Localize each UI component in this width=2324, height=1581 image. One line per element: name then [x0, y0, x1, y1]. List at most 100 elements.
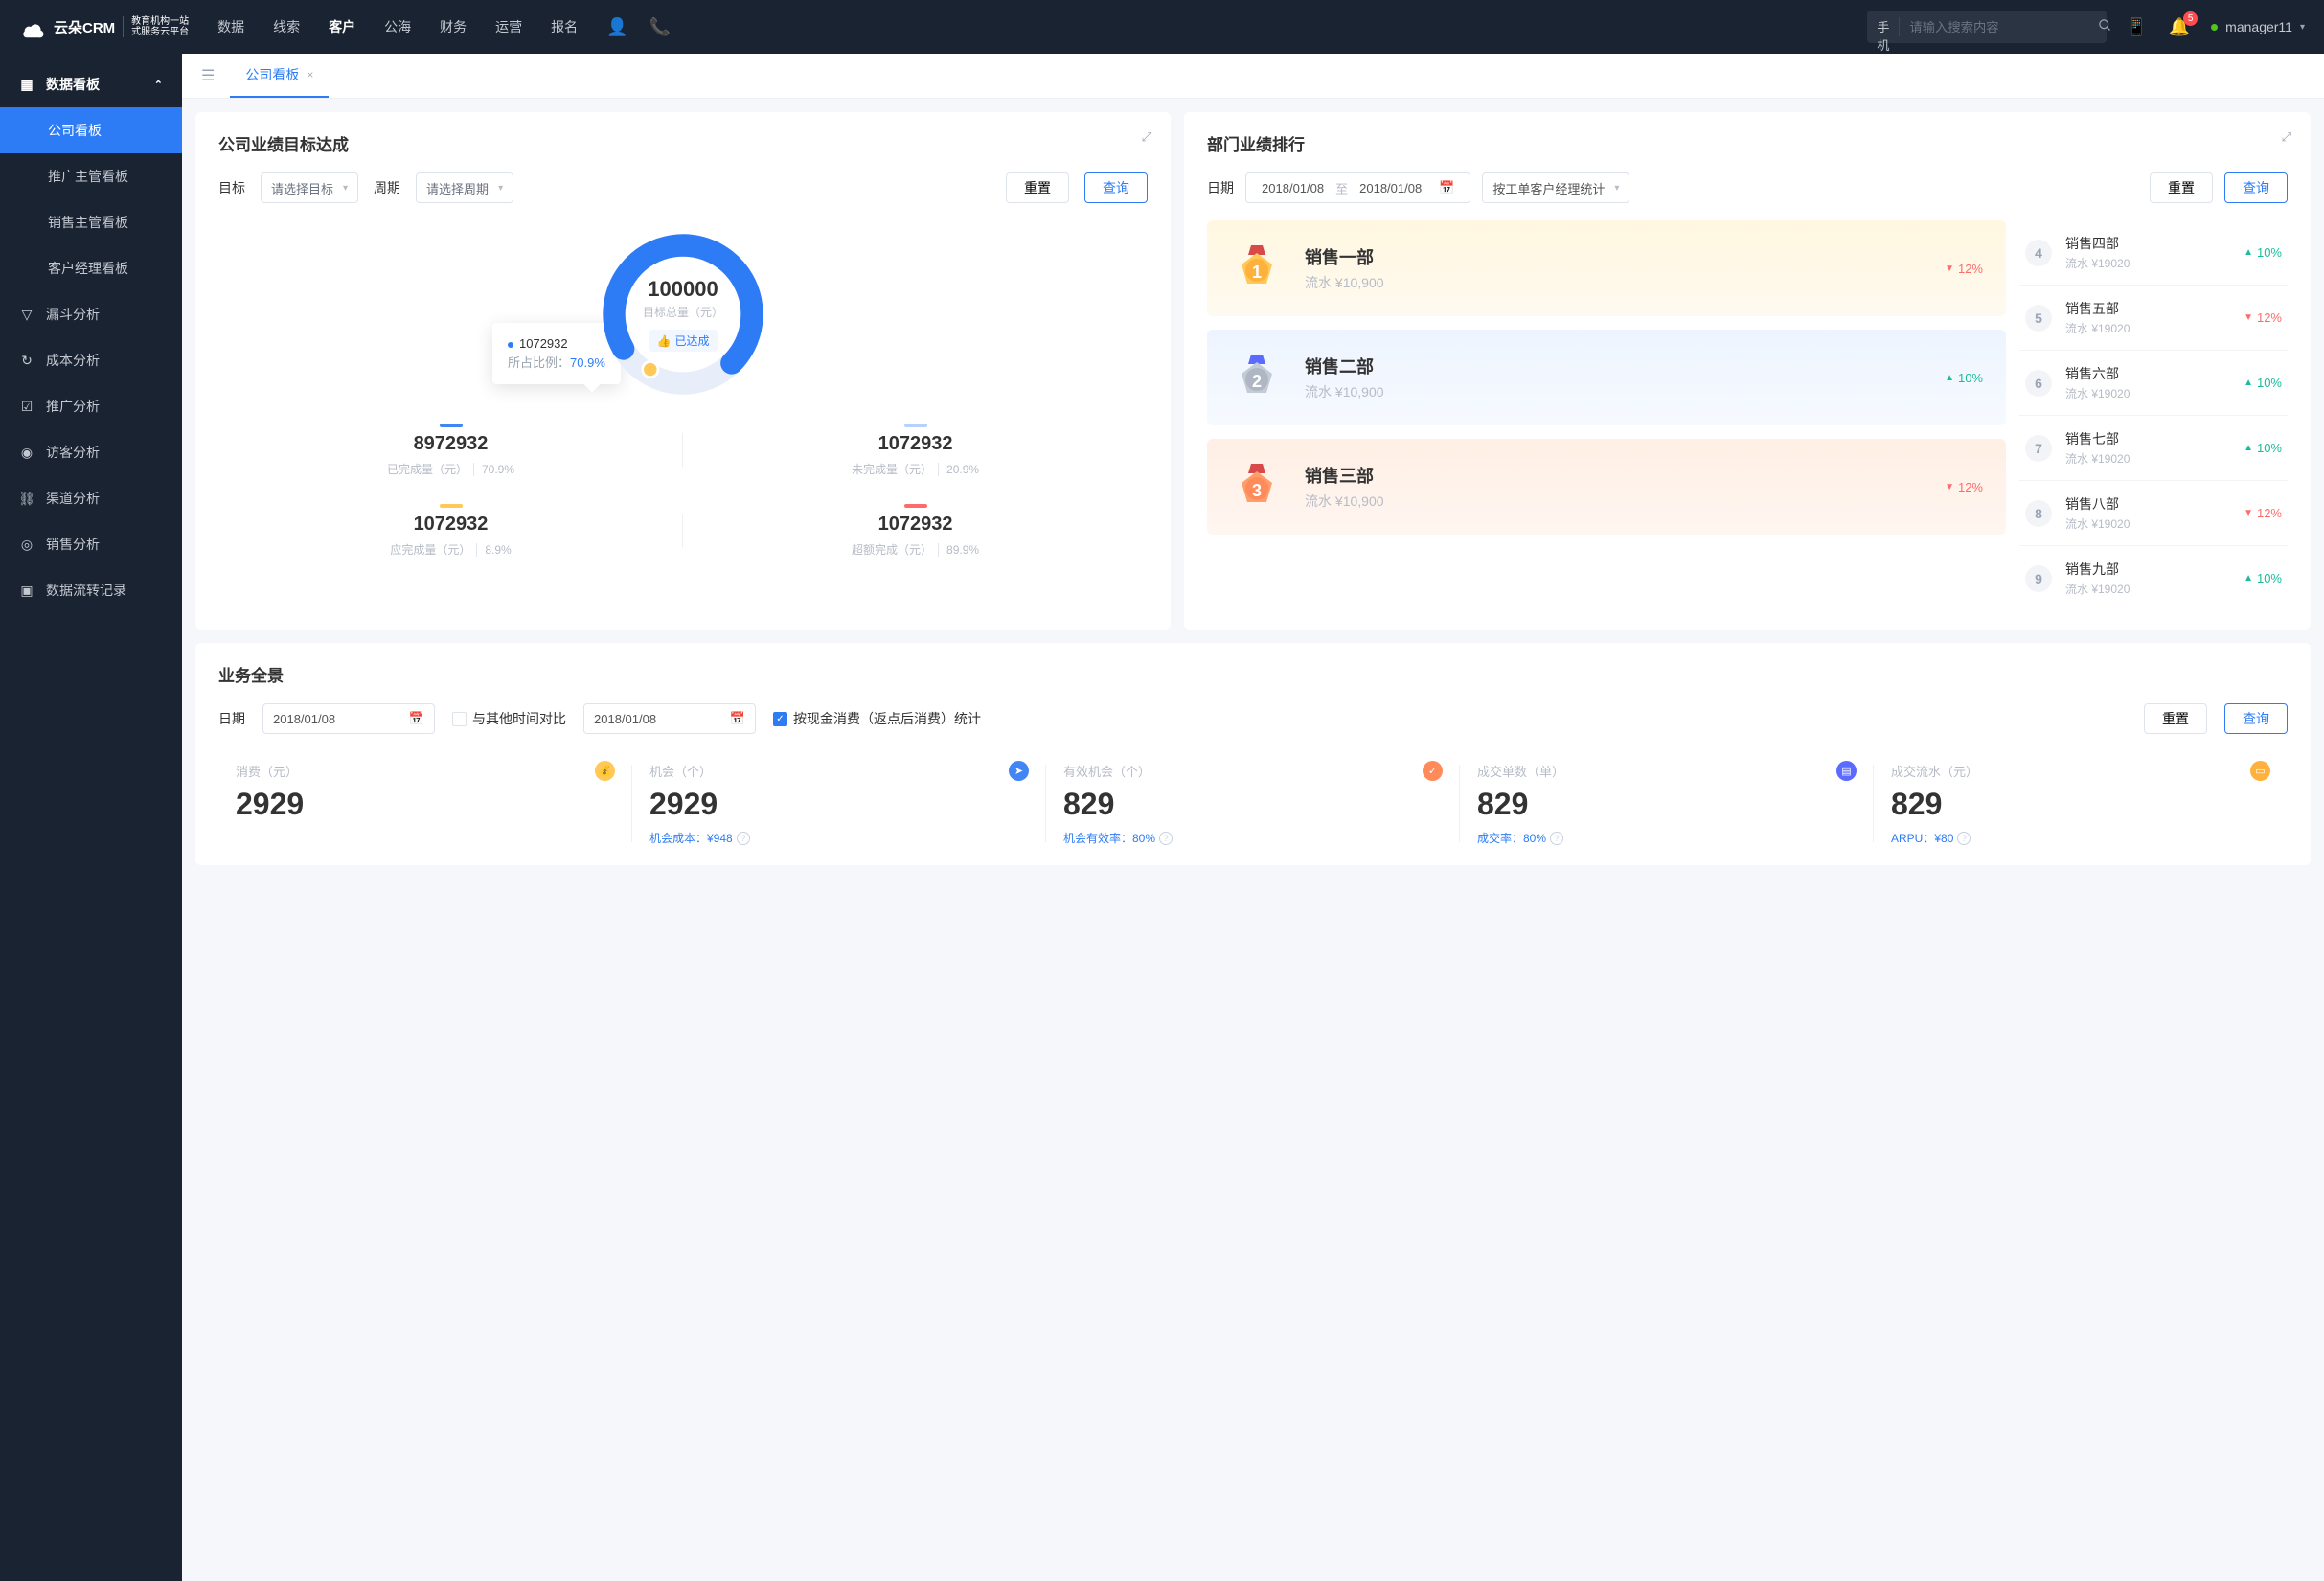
select-grouping[interactable]: 按工单客户经理统计▾ [1482, 172, 1629, 203]
cost-icon: ↻ [19, 353, 34, 369]
menu-finance[interactable]: 财务 [440, 17, 467, 36]
rank-amount: 流水 ¥19020 [2065, 581, 2230, 597]
arrow-down-icon: ▼ [2244, 312, 2253, 323]
sidebar-item-manager[interactable]: 客户经理看板 [0, 245, 182, 291]
menu-customer[interactable]: 客户 [329, 17, 355, 36]
menu-data[interactable]: 数据 [217, 17, 244, 36]
promo-icon: ☑ [19, 399, 34, 415]
menu-signup[interactable]: 报名 [551, 17, 578, 36]
menu-ops[interactable]: 运营 [495, 17, 522, 36]
reset-button[interactable]: 重置 [2150, 172, 2213, 203]
dot-icon [508, 342, 513, 348]
user-menu[interactable]: manager11 ▾ [2211, 19, 2305, 34]
sidebar-item-flow[interactable]: ▣数据流转记录 [0, 567, 182, 613]
sidebar-item-funnel[interactable]: ▽漏斗分析 [0, 291, 182, 337]
tab-company-board[interactable]: 公司看板 × [230, 54, 329, 98]
rank-row: 4 销售四部流水 ¥19020 ▲10% [2019, 220, 2288, 286]
rank-amount: 流水 ¥19020 [2065, 385, 2230, 401]
date-input-2[interactable]: 2018/01/08📅 [583, 703, 756, 734]
help-icon[interactable]: ? [1159, 832, 1173, 845]
sidebar: ▦ 数据看板 ⌃ 公司看板 推广主管看板 销售主管看板 客户经理看板 ▽漏斗分析… [0, 54, 182, 1581]
donut-total: 100000 [648, 277, 718, 302]
logo[interactable]: 云朵CRM 教育机构一站式服务云平台 [19, 12, 189, 41]
query-button[interactable]: 查询 [2224, 172, 2288, 203]
checkbox-unchecked-icon [452, 712, 467, 726]
help-icon[interactable]: ? [1957, 832, 1971, 845]
phone-icon[interactable]: 📞 [649, 17, 671, 37]
arrow-up-icon: ▲ [2244, 247, 2253, 258]
thumbs-up-icon: 👍 [657, 334, 672, 348]
sidebar-item-promo2[interactable]: ☑推广分析 [0, 383, 182, 429]
page-tabs: ☰ 公司看板 × [182, 54, 2324, 99]
trend-down: ▼12% [2244, 310, 2282, 325]
sidebar-item-promo[interactable]: 推广主管看板 [0, 153, 182, 199]
top-menu: 数据 线索 客户 公海 财务 运营 报名 [217, 17, 578, 36]
query-button[interactable]: 查询 [2224, 703, 2288, 734]
filter-date-label: 日期 [218, 709, 245, 728]
search-button[interactable] [2088, 18, 2122, 35]
flow-icon: ▣ [19, 583, 34, 599]
sidebar-item-visitor[interactable]: ◉访客分析 [0, 429, 182, 475]
sidebar-group-dashboard[interactable]: ▦ 数据看板 ⌃ [0, 61, 182, 107]
user-name: manager11 [2225, 19, 2292, 34]
close-icon[interactable]: × [307, 68, 313, 81]
status-indicator [2211, 24, 2218, 31]
trend-down: ▼12% [2244, 506, 2282, 520]
stat-incomplete: 1072932 未完成量（元）20.9% [683, 424, 1148, 477]
help-icon[interactable]: ? [737, 832, 750, 845]
podium-list: 1 销售一部流水 ¥10,900 ▼12% 2 销售二部流水 ¥10 [1207, 220, 2006, 610]
document-icon: ▤ [1836, 761, 1857, 781]
help-icon[interactable]: ? [1550, 832, 1563, 845]
stat-should: 1072932 应完成量（元）8.9% [218, 504, 683, 558]
select-period[interactable]: 请选择周期▾ [416, 172, 513, 203]
top-navbar: 云朵CRM 教育机构一站式服务云平台 数据 线索 客户 公海 财务 运营 报名 … [0, 0, 2324, 54]
reset-button[interactable]: 重置 [2144, 703, 2207, 734]
rank-list: 4 销售四部流水 ¥19020 ▲10%5 销售五部流水 ¥19020 ▼12%… [2019, 220, 2288, 610]
compare-checkbox[interactable]: 与其他时间对比 [452, 709, 566, 728]
sidebar-item-company[interactable]: 公司看板 [0, 107, 182, 153]
card-dept-ranking: 部门业绩排行 ⤢ 日期 2018/01/08至2018/01/08 📅 按工单客… [1184, 112, 2311, 630]
overview-filters: 日期 2018/01/08📅 与其他时间对比 2018/01/08📅 ✓按现金消… [218, 703, 2288, 734]
notifications-icon[interactable]: 🔔5 [2169, 17, 2190, 37]
medal-gold-icon: 1 [1230, 241, 1284, 295]
device-icon[interactable]: 📱 [2126, 17, 2147, 37]
arrow-up-icon: ▲ [2244, 378, 2253, 388]
card-title: 部门业绩排行 [1207, 131, 2288, 155]
target-stats: 8972932 已完成量（元）70.9% 1072932 未完成量（元）20.9… [218, 424, 1148, 558]
funnel-icon: ▽ [19, 307, 34, 323]
medal-silver-icon: 2 [1230, 351, 1284, 404]
sidebar-item-channel[interactable]: ⛓渠道分析 [0, 475, 182, 521]
rank-amount: 流水 ¥19020 [2065, 255, 2230, 271]
date-range-picker[interactable]: 2018/01/08至2018/01/08 📅 [1245, 172, 1470, 203]
rank-number: 9 [2025, 565, 2052, 592]
sidebar-item-sales[interactable]: 销售主管看板 [0, 199, 182, 245]
global-search: 手机号码 ▾ [1867, 11, 2107, 43]
topbar-right: 📱 🔔5 manager11 ▾ [2126, 17, 2305, 37]
search-input[interactable] [1900, 20, 2088, 34]
select-goal[interactable]: 请选择目标▾ [261, 172, 358, 203]
metric-revenue: 成交流水（元）▭ 829 ARPU：¥80? [1874, 761, 2288, 846]
card-title: 公司业绩目标达成 [218, 131, 1148, 155]
filter-date-label: 日期 [1207, 178, 1234, 197]
sidebar-item-sales2[interactable]: ◎销售分析 [0, 521, 182, 567]
rank-amount: 流水 ¥19020 [2065, 516, 2230, 532]
expand-icon[interactable]: ⤢ [2282, 129, 2291, 145]
query-button[interactable]: 查询 [1084, 172, 1148, 203]
sidebar-item-cost[interactable]: ↻成本分析 [0, 337, 182, 383]
arrow-down-icon: ▼ [1945, 482, 1954, 493]
sidebar-toggle-icon[interactable]: ☰ [195, 60, 220, 91]
menu-sea[interactable]: 公海 [384, 17, 411, 36]
date-input-1[interactable]: 2018/01/08📅 [262, 703, 435, 734]
expand-icon[interactable]: ⤢ [1142, 129, 1151, 145]
visitor-icon: ◉ [19, 445, 34, 461]
metric-valid-opp: 有效机会（个）✓ 829 机会有效率：80%? [1046, 761, 1460, 846]
menu-leads[interactable]: 线索 [273, 17, 300, 36]
money-bag-icon: 💰 [595, 761, 615, 781]
person-icon[interactable]: 👤 [606, 17, 627, 37]
podium-rank-1: 1 销售一部流水 ¥10,900 ▼12% [1207, 220, 2006, 316]
search-type-select[interactable]: 手机号码 ▾ [1867, 17, 1900, 36]
reset-button[interactable]: 重置 [1006, 172, 1069, 203]
trend-up: ▲10% [2244, 571, 2282, 585]
arrow-down-icon: ▼ [1945, 264, 1954, 274]
cash-stat-checkbox[interactable]: ✓按现金消费（返点后消费）统计 [773, 709, 981, 728]
